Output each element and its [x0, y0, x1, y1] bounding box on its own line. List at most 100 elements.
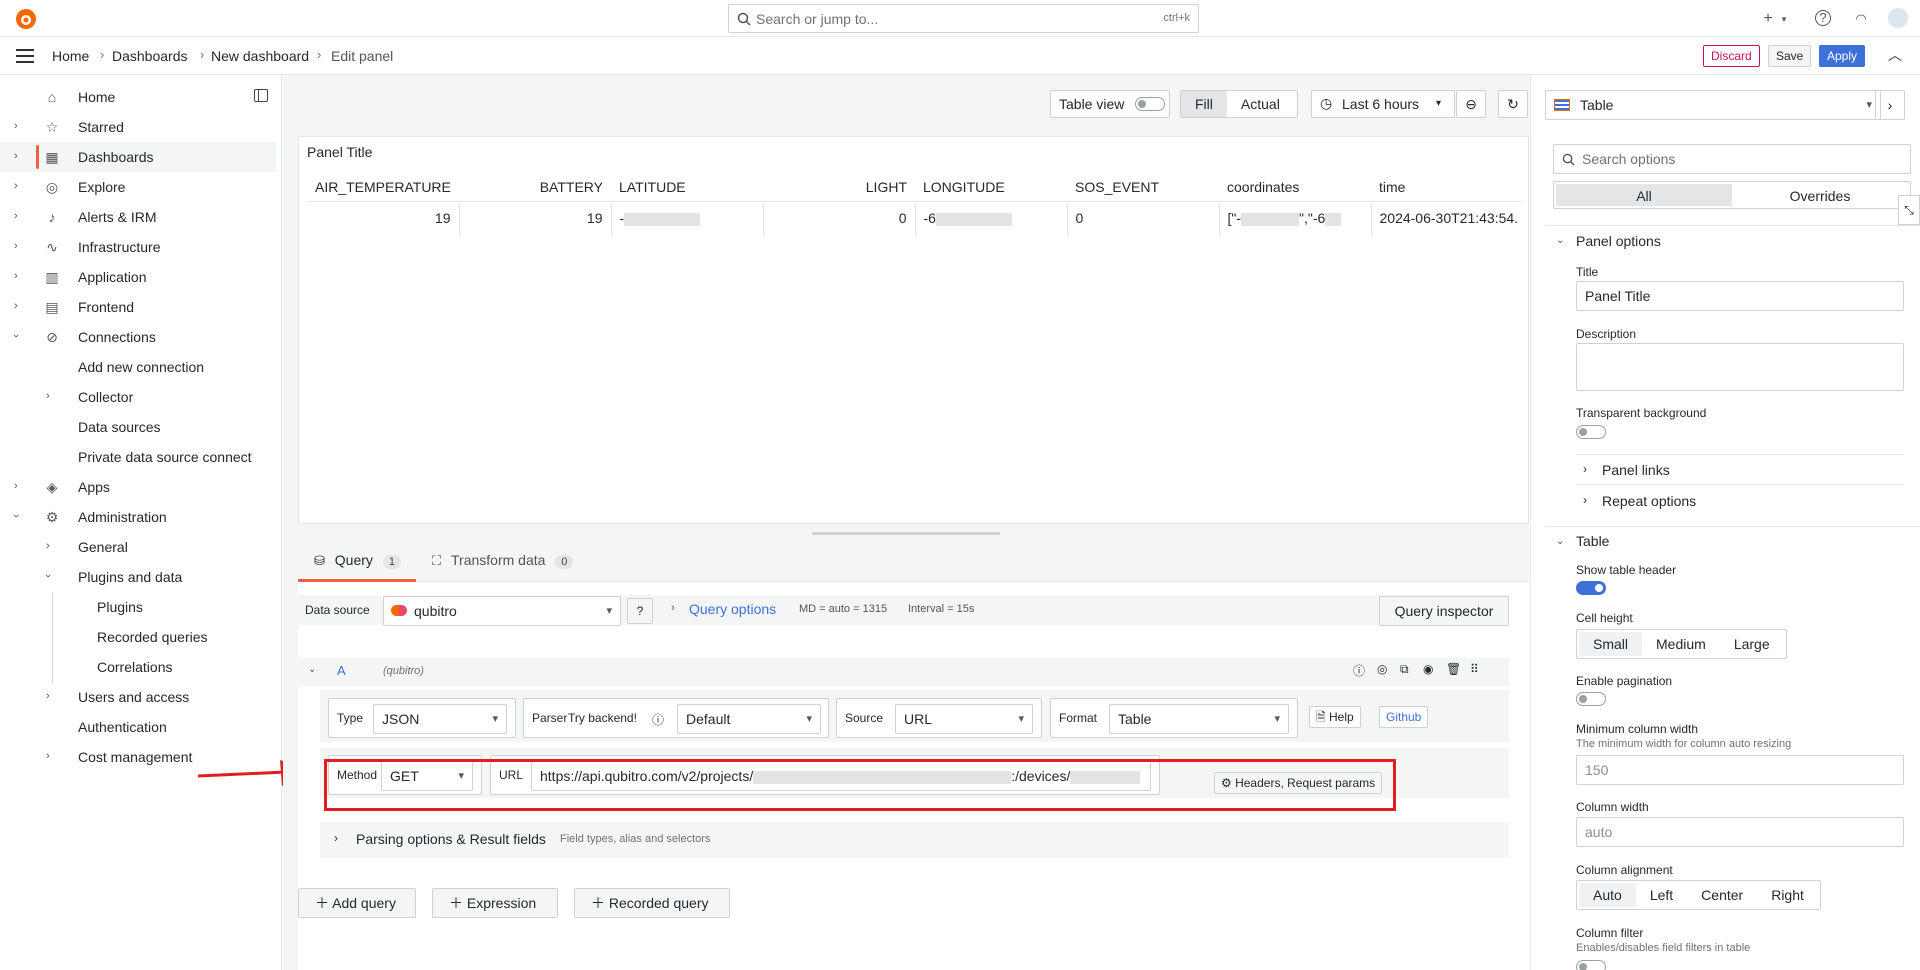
chevron-right-icon[interactable]: ›: [14, 150, 18, 162]
sidebar-item-collector[interactable]: › Collector: [0, 382, 276, 412]
help-icon[interactable]: ?: [627, 598, 653, 624]
sidebar-item-infrastructure[interactable]: › ∿ Infrastructure: [0, 232, 276, 262]
chevron-right-icon[interactable]: ›: [1583, 462, 1587, 476]
chevron-right-icon[interactable]: ›: [14, 480, 18, 492]
sidebar-item-recorded-queries[interactable]: Recorded queries: [0, 622, 276, 652]
menu-icon[interactable]: [16, 49, 34, 63]
discard-button[interactable]: Discard: [1703, 45, 1760, 67]
title-input[interactable]: Panel Title: [1576, 281, 1904, 311]
query-options-link[interactable]: Query options: [689, 601, 776, 617]
cell-height-large[interactable]: Large: [1720, 632, 1784, 656]
sidebar-item-dashboards[interactable]: › ▦ Dashboards: [0, 142, 276, 172]
column-header[interactable]: LATITUDE: [611, 173, 763, 202]
chevron-down-icon[interactable]: ›: [42, 574, 54, 578]
column-header[interactable]: AIR_TEMPERATURE: [307, 173, 459, 202]
sidebar-item-connections[interactable]: › ⊘ Connections: [0, 322, 276, 352]
time-range-picker[interactable]: ◷ Last 6 hours ▾: [1311, 90, 1455, 118]
chevron-down-icon[interactable]: ⌄: [1556, 235, 1564, 246]
options-overrides-tab[interactable]: Overrides: [1732, 184, 1908, 206]
sidebar-item-starred[interactable]: › ☆ Starred: [0, 112, 276, 142]
sidebar-item-alerts[interactable]: › ♪ Alerts & IRM: [0, 202, 276, 232]
cell-height-small[interactable]: Small: [1579, 632, 1643, 656]
eye-icon[interactable]: ◉: [1423, 662, 1433, 676]
sidebar-item-plugins[interactable]: Plugins: [0, 592, 276, 622]
save-button[interactable]: Save: [1768, 45, 1812, 67]
sidebar-item-application[interactable]: › ▥ Application: [0, 262, 276, 292]
breadcrumb-new-dashboard[interactable]: New dashboard: [211, 48, 309, 64]
chevron-right-icon[interactable]: ›: [14, 300, 18, 312]
align-right[interactable]: Right: [1757, 883, 1818, 907]
chevron-right-icon[interactable]: ›: [14, 210, 18, 222]
help-button[interactable]: 🗎 Help: [1309, 706, 1361, 728]
transparent-background-toggle[interactable]: [1576, 425, 1606, 439]
recorded-query-button[interactable]: ＋ Recorded query: [574, 888, 730, 918]
rss-icon[interactable]: ◠: [1851, 9, 1871, 29]
sidebar-item-data-sources[interactable]: Data sources: [0, 412, 276, 442]
github-link[interactable]: Github: [1379, 706, 1429, 728]
sidebar-item-frontend[interactable]: › ▤ Frontend: [0, 292, 276, 322]
add-query-button[interactable]: ＋ Add query: [298, 888, 416, 918]
options-search-input[interactable]: Search options: [1553, 144, 1911, 174]
fill-option[interactable]: Fill: [1181, 91, 1227, 117]
query-ref-id[interactable]: A: [337, 663, 346, 678]
data-source-select[interactable]: qubitro ▾: [383, 596, 621, 626]
help-icon[interactable]: ⓘ: [1353, 662, 1365, 679]
align-auto[interactable]: Auto: [1579, 883, 1636, 907]
column-header[interactable]: time: [1371, 173, 1521, 202]
sidebar-item-administration[interactable]: › ⚙ Administration: [0, 502, 276, 532]
table-view-switch[interactable]: [1135, 97, 1165, 111]
splitter-handle[interactable]: [812, 532, 1000, 535]
parser-select[interactable]: Default ▾: [677, 704, 821, 734]
sidebar-item-home[interactable]: ⌂ Home: [0, 82, 276, 112]
parsing-options-title[interactable]: Parsing options & Result fields: [356, 831, 546, 847]
chevron-right-icon[interactable]: ›: [14, 240, 18, 252]
breadcrumb-dashboards[interactable]: Dashboards: [112, 48, 188, 64]
table-view-toggle[interactable]: Table view: [1050, 90, 1170, 118]
apply-button[interactable]: Apply: [1819, 45, 1866, 67]
grafana-logo-icon[interactable]: [14, 7, 38, 31]
source-select[interactable]: URL ▾: [895, 704, 1033, 734]
column-header[interactable]: LONGITUDE: [915, 173, 1067, 202]
column-header[interactable]: LIGHT: [763, 173, 915, 202]
expression-button[interactable]: ＋ Expression: [432, 888, 558, 918]
chevron-right-icon[interactable]: ›: [334, 831, 338, 845]
zoom-out-icon[interactable]: ⊖: [1456, 90, 1486, 118]
column-header[interactable]: BATTERY: [459, 173, 611, 202]
show-table-header-toggle[interactable]: [1576, 581, 1606, 595]
chevron-down-icon[interactable]: ▾: [1774, 9, 1794, 29]
sidebar-item-authentication[interactable]: Authentication: [0, 712, 276, 742]
chevron-down-icon[interactable]: ›: [10, 334, 22, 338]
collapse-chevron-icon[interactable]: ︿: [1888, 45, 1902, 65]
chevron-right-icon[interactable]: ›: [1583, 493, 1587, 507]
visualization-picker[interactable]: Table ▾: [1545, 90, 1881, 120]
chevron-right-icon[interactable]: ›: [14, 270, 18, 282]
copy-icon[interactable]: ⧉: [1400, 662, 1409, 677]
chevron-right-icon[interactable]: ›: [46, 690, 50, 702]
panel-title[interactable]: Panel Title: [307, 144, 372, 160]
sidebar-item-explore[interactable]: › ◎ Explore: [0, 172, 276, 202]
column-header[interactable]: coordinates: [1219, 173, 1371, 202]
tab-query[interactable]: ⛁ Query 1: [298, 552, 416, 582]
enable-pagination-toggle[interactable]: [1576, 692, 1606, 706]
sidebar-item-apps[interactable]: › ◈ Apps: [0, 472, 276, 502]
sidebar-item-correlations[interactable]: Correlations: [0, 652, 276, 682]
chevron-down-icon[interactable]: ⌄: [308, 664, 316, 675]
disable-query-icon[interactable]: ◎: [1377, 662, 1387, 676]
format-select[interactable]: Table ▾: [1109, 704, 1289, 734]
chevron-right-icon[interactable]: ›: [14, 120, 18, 132]
sidebar-item-add-new-connection[interactable]: Add new connection: [0, 352, 276, 382]
tab-transform-data[interactable]: ⛶ Transform data 0: [432, 552, 574, 582]
align-center[interactable]: Center: [1687, 883, 1757, 907]
trash-icon[interactable]: 🗑: [1446, 662, 1461, 676]
chevron-right-icon[interactable]: ›: [46, 390, 50, 402]
chevron-down-icon[interactable]: ›: [10, 514, 22, 518]
description-textarea[interactable]: [1576, 343, 1904, 391]
min-column-width-input[interactable]: 150: [1576, 755, 1904, 785]
actual-option[interactable]: Actual: [1227, 91, 1294, 117]
table-options-section[interactable]: Table: [1576, 533, 1609, 549]
column-header[interactable]: SOS_EVENT: [1067, 173, 1219, 202]
chevron-down-icon[interactable]: ⌄: [1556, 536, 1564, 547]
expand-edge-icon[interactable]: ⤡: [1898, 195, 1920, 225]
sidebar-item-users-and-access[interactable]: › Users and access: [0, 682, 276, 712]
collapse-options-icon[interactable]: ›: [1875, 90, 1905, 120]
